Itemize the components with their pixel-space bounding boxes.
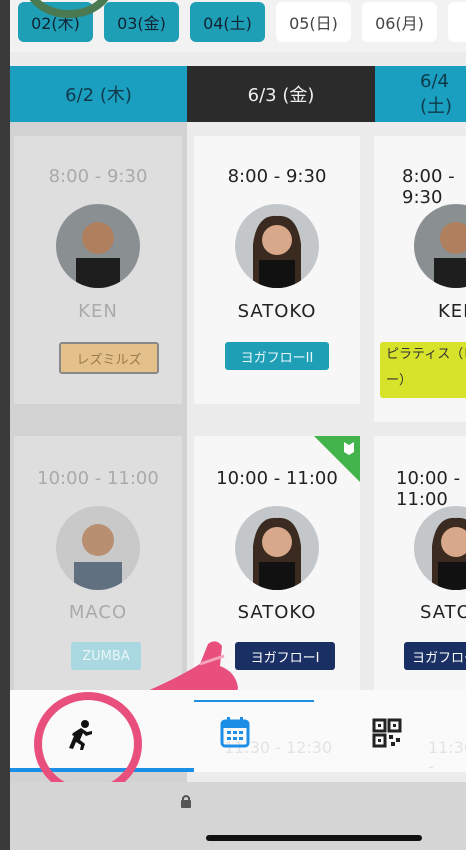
instructor-name: KEN bbox=[438, 301, 466, 322]
tab-calendar[interactable] bbox=[220, 716, 260, 756]
beginner-leaf-icon bbox=[344, 442, 354, 455]
avatar bbox=[414, 506, 466, 590]
lesson-time: 10:00 - 11:00 bbox=[396, 468, 461, 510]
date-chip[interactable]: 04(土) bbox=[190, 2, 265, 42]
date-chip[interactable]: 05(日) bbox=[276, 2, 351, 42]
tab-qr[interactable] bbox=[372, 718, 412, 758]
instructor-name: SATOKO bbox=[420, 602, 466, 623]
day-header[interactable]: 6/4 (土) bbox=[375, 66, 466, 122]
calendar-icon bbox=[220, 717, 250, 748]
date-chip[interactable]: 06(月) bbox=[362, 2, 437, 42]
lesson-card[interactable]: 10:00 - 11:00 SATOKO ヨガフローI bbox=[374, 436, 466, 694]
instructor-name: MACO bbox=[68, 602, 128, 623]
lesson-time: 10:00 - 11:00 bbox=[216, 468, 338, 489]
avatar bbox=[56, 204, 140, 288]
program-tag: レズミルズ bbox=[59, 342, 159, 374]
day-header[interactable]: 6/2 (木) bbox=[10, 66, 187, 122]
lesson-card[interactable]: 8:00 - 9:30 KEN ピラティス（ビギナー） bbox=[374, 136, 466, 422]
instructor-name: SATOKO bbox=[237, 602, 317, 623]
program-tag: ピラティス（ビギナー） bbox=[380, 342, 466, 398]
tab-divider bbox=[194, 700, 314, 702]
program-tag: ヨガフローI bbox=[404, 642, 466, 670]
date-chip[interactable] bbox=[448, 2, 466, 42]
instructor-name: KEN bbox=[78, 301, 118, 322]
qr-code-icon bbox=[372, 718, 402, 748]
lesson-time: 10:00 - 11:00 bbox=[37, 468, 159, 489]
home-indicator[interactable] bbox=[206, 835, 422, 841]
schedule-screen: 02(木) 03(金) 04(土) 05(日) 06(月) 6/2 (木) 6/… bbox=[10, 0, 466, 850]
lesson-card[interactable]: 8:00 - 9:30 SATOKO ヨガフローII bbox=[194, 136, 360, 404]
program-tag: ヨガフローI bbox=[235, 642, 335, 670]
avatar bbox=[235, 204, 319, 288]
lesson-time: 8:00 - 9:30 bbox=[48, 166, 148, 187]
lock-icon bbox=[181, 795, 191, 808]
avatar bbox=[414, 204, 466, 288]
instructor-name: SATOKO bbox=[237, 301, 317, 322]
date-chip[interactable]: 03(金) bbox=[104, 2, 179, 42]
lesson-card[interactable]: 8:00 - 9:30 KEN レズミルズ bbox=[14, 136, 182, 404]
avatar bbox=[56, 506, 140, 590]
program-tag: ヨガフローII bbox=[225, 342, 329, 370]
highlight-circle bbox=[34, 692, 142, 796]
avatar bbox=[235, 506, 319, 590]
lesson-time: 8:00 - 9:30 bbox=[402, 166, 455, 208]
lesson-time: 8:00 - 9:30 bbox=[227, 166, 327, 187]
day-header-selected[interactable]: 6/3 (金) bbox=[187, 66, 375, 122]
program-tag: ZUMBA bbox=[71, 642, 141, 670]
